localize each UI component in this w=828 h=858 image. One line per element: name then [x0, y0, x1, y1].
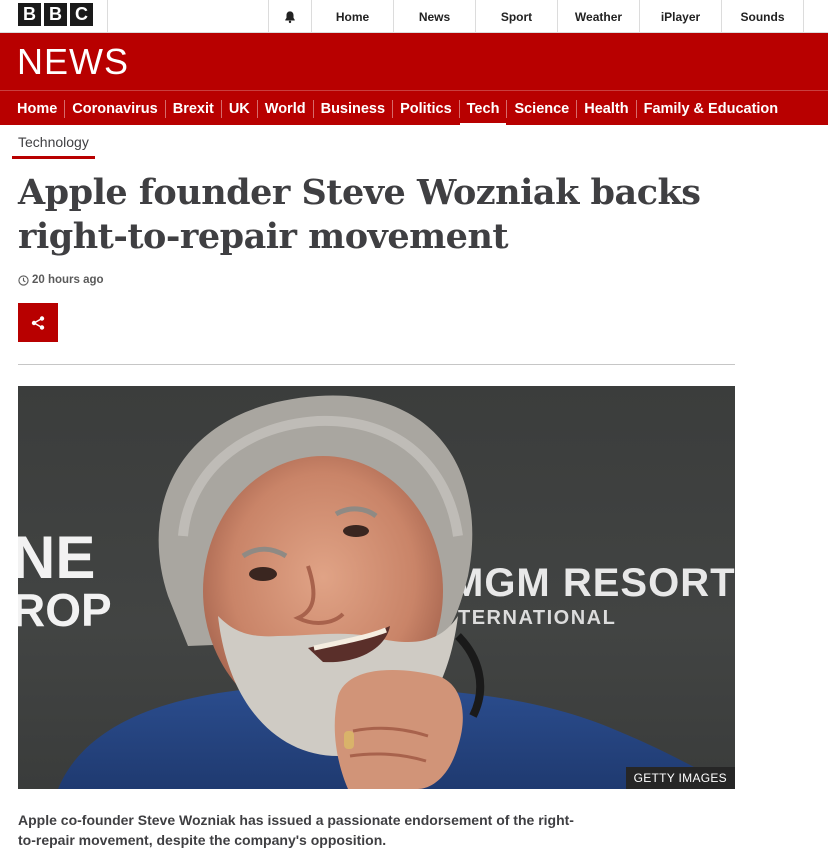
portrait-illustration: NE ROP MGM RESORTS TERNATIONAL	[18, 395, 735, 789]
top-nav-more[interactable]	[803, 0, 828, 33]
share-icon	[31, 315, 45, 330]
backdrop-text: MGM RESORTS	[450, 561, 735, 605]
bbc-logo[interactable]: B B C	[18, 3, 93, 26]
section-science[interactable]: Science	[506, 99, 576, 118]
section-coronavirus[interactable]: Coronavirus	[64, 99, 164, 118]
top-nav: Home News Sport Weather iPlayer Sounds	[311, 0, 828, 33]
backdrop-text: ROP	[18, 584, 112, 636]
news-logo[interactable]: NEWS	[17, 44, 129, 80]
article-image: NE ROP MGM RESORTS TERNATIONAL GETTY IMA…	[18, 386, 735, 789]
bbc-top-bar: B B C Home News Sport Weather iPlayer So…	[0, 0, 828, 33]
image-credit: GETTY IMAGES	[625, 767, 735, 789]
top-nav-home[interactable]: Home	[311, 0, 393, 33]
section-health[interactable]: Health	[576, 99, 635, 118]
top-nav-news[interactable]: News	[393, 0, 475, 33]
bell-icon	[285, 10, 295, 23]
top-nav-iplayer[interactable]: iPlayer	[639, 0, 721, 33]
section-uk[interactable]: UK	[220, 99, 257, 118]
page-title: Apple founder Steve Wozniak backs right-…	[18, 172, 701, 257]
bbc-logo-letter: B	[18, 3, 41, 26]
bbc-logo-letter: B	[44, 3, 67, 26]
section-world[interactable]: World	[256, 99, 313, 118]
top-nav-sport[interactable]: Sport	[475, 0, 557, 33]
section-tech[interactable]: Tech	[458, 99, 507, 127]
clock-icon	[18, 274, 29, 286]
section-politics[interactable]: Politics	[392, 99, 459, 118]
section-nav: Home Coronavirus Brexit UK World Busines…	[0, 90, 828, 127]
news-header: NEWS	[0, 33, 828, 90]
section-home[interactable]: Home	[10, 100, 64, 118]
section-brexit[interactable]: Brexit	[164, 99, 221, 118]
breadcrumb[interactable]: Technology	[12, 131, 95, 159]
backdrop-text: NE	[18, 524, 95, 591]
section-business[interactable]: Business	[312, 99, 392, 118]
top-nav-weather[interactable]: Weather	[557, 0, 639, 33]
notifications-button[interactable]	[268, 0, 311, 33]
top-nav-sounds[interactable]: Sounds	[721, 0, 803, 33]
divider	[18, 364, 735, 365]
backdrop-text: TERNATIONAL	[458, 607, 616, 629]
article-summary: Apple co-founder Steve Wozniak has issue…	[18, 812, 574, 848]
timestamp: 20 hours ago	[18, 274, 104, 286]
divider	[107, 0, 108, 33]
share-button[interactable]	[18, 303, 58, 342]
bbc-logo-letter: C	[70, 3, 93, 26]
timestamp-text: 20 hours ago	[32, 274, 104, 286]
section-family-education[interactable]: Family & Education	[635, 99, 786, 118]
